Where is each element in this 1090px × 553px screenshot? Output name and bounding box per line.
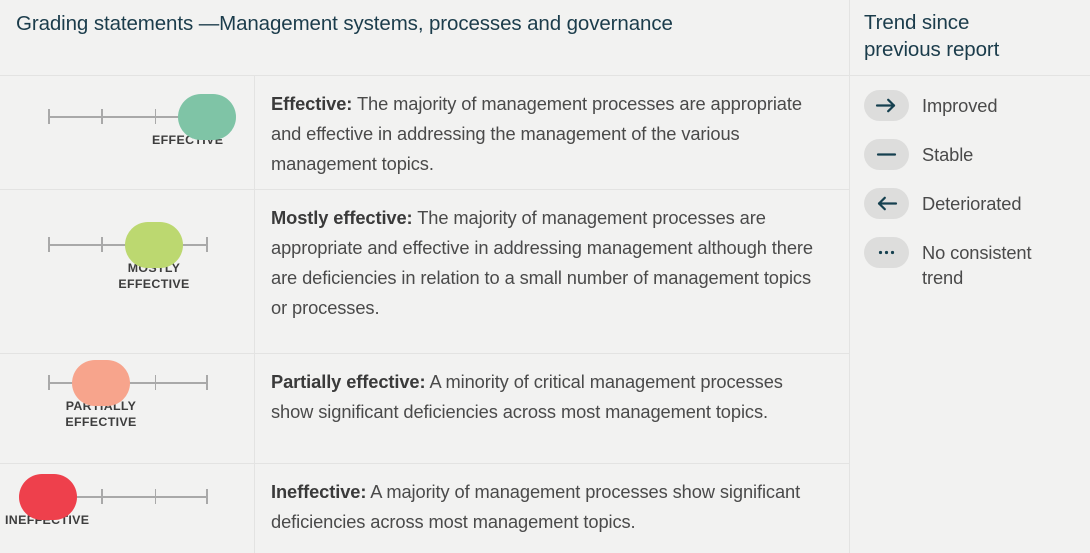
ellipsis-icon [864,237,909,268]
panel-body: EFFECTIVE Effective: The majority of man… [0,76,1090,553]
legend-item-no-consistent-trend: No consistent trend [864,237,1080,290]
legend-item-improved: Improved [864,90,1080,121]
table-row: PARTIALLY EFFECTIVE Partially effective:… [0,354,849,464]
page-title: Grading statements —Management systems, … [16,12,673,35]
statement-cell-partially-effective: Partially effective: A minority of criti… [255,354,849,463]
gauge-track [48,222,208,268]
gauge-tick-1 [48,237,50,252]
gauge-cell-mostly-effective: MOSTLY EFFECTIVE [0,190,255,353]
gauge-tick-3 [154,489,157,504]
gauge-cell-partially-effective: PARTIALLY EFFECTIVE [0,354,255,463]
gauge-track [48,94,236,140]
trend-legend-column: Improved Stable Deteriorated No consiste… [850,76,1090,553]
grading-statement: Ineffective: A majority of management pr… [271,477,823,537]
gauge-tick-1 [48,375,50,390]
trend-header-line-2: previous report [864,38,1000,61]
grading-key-panel: Grading statements —Management systems, … [0,0,1090,553]
statement-lead: Mostly effective: [271,207,413,228]
gauge-tick-4 [206,237,208,252]
arrow-right-icon [864,90,909,121]
statement-cell-ineffective: Ineffective: A majority of management pr… [255,464,849,553]
table-row: MOSTLY EFFECTIVE Mostly effective: The m… [0,190,849,354]
gauge-tick-4 [206,375,208,390]
gauge-marker-pill [125,222,183,268]
gauge-marker-pill [72,360,130,406]
gauge-track [48,360,208,406]
gauge-marker-pill [19,474,77,520]
gauge-marker-pill [178,94,236,140]
legend-label: Deteriorated [922,193,1022,214]
gauge-ineffective: INEFFECTIVE [5,474,208,527]
gauge-cell-effective: EFFECTIVE [0,76,255,189]
gauge-tick-1 [48,109,50,124]
gauge-tick-4 [206,489,208,504]
gauge-effective: EFFECTIVE [48,94,236,147]
gauge-caption-line-2: EFFECTIVE [65,415,137,429]
gauge-track [19,474,208,520]
gauge-tick-3 [154,375,157,390]
dash-icon [864,139,909,170]
gauge-tick-3 [154,109,157,124]
gauge-partially-effective: PARTIALLY EFFECTIVE [48,360,208,429]
gauge-caption: PARTIALLY EFFECTIVE [0,398,246,430]
gauge-mostly-effective: MOSTLY EFFECTIVE [48,222,208,291]
grading-statements-column: EFFECTIVE Effective: The majority of man… [0,76,850,553]
gauge-cell-ineffective: INEFFECTIVE [0,464,255,553]
statement-lead: Ineffective: [271,481,367,502]
grading-header-cell: Grading statements —Management systems, … [0,0,850,75]
legend-label: Stable [922,144,974,165]
statement-lead: Effective: [271,93,353,114]
panel-header: Grading statements —Management systems, … [0,0,1090,76]
statement-cell-mostly-effective: Mostly effective: The majority of manage… [255,190,849,353]
gauge-tick-2 [101,109,103,124]
gauge-caption-line-2: EFFECTIVE [118,277,190,291]
legend-item-deteriorated: Deteriorated [864,188,1080,219]
grading-statement: Partially effective: A minority of criti… [271,367,823,427]
statement-lead: Partially effective: [271,371,426,392]
table-row: EFFECTIVE Effective: The majority of man… [0,76,849,190]
table-row: INEFFECTIVE Ineffective: A majority of m… [0,464,849,553]
legend-label: Improved [922,95,998,116]
legend-label: No consistent trend [922,242,1032,288]
gauge-caption-line-1: PARTIALLY [65,399,137,413]
gauge-tick-2 [101,237,103,252]
arrow-left-icon [864,188,909,219]
gauge-tick-2 [101,489,103,504]
trend-header-line-1: Trend since [864,11,970,34]
trend-header-cell: Trend since previous report [850,0,1090,75]
grading-statement: Mostly effective: The majority of manage… [271,203,823,323]
legend-item-stable: Stable [864,139,1080,170]
